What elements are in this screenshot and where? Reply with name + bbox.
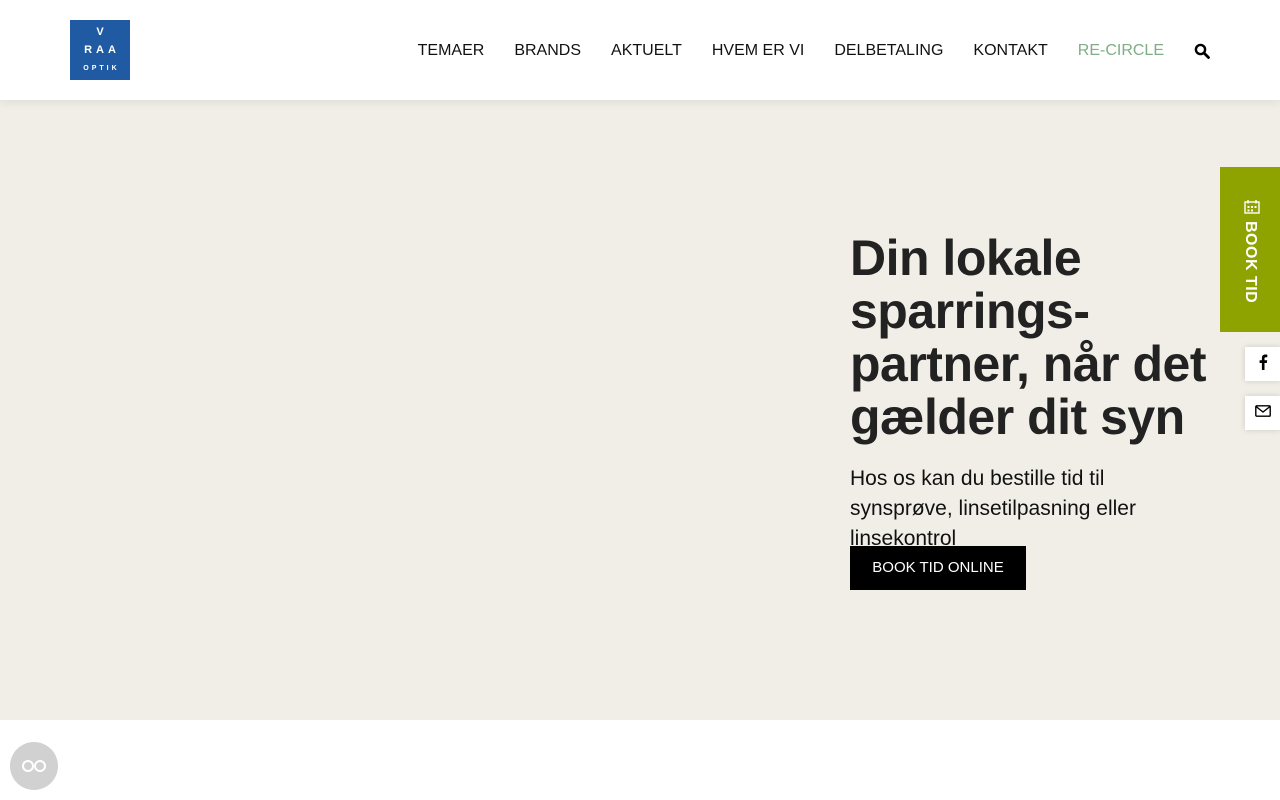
book-tid-tab[interactable]: BOOK TID [1220,167,1280,332]
nav-item-hvem-er-vi[interactable]: HVEM ER VI [712,40,804,62]
logo-line-3: OPTIK [83,65,120,72]
facebook-icon [1258,354,1268,375]
calendar-icon [1244,200,1260,219]
nav-item-re-circle[interactable]: RE-CIRCLE [1078,40,1164,62]
nav-item-kontakt[interactable]: KONTAKT [973,40,1047,62]
mail-icon [1254,404,1271,422]
logo-line-1: V [96,26,104,38]
facebook-button[interactable] [1245,347,1280,381]
nav-item-temaer[interactable]: TEMAER [418,40,485,62]
nav-item-brands[interactable]: BRANDS [514,40,581,62]
book-tid-label: BOOK TID [1242,221,1259,304]
nav-item-aktuelt[interactable]: AKTUELT [611,40,682,62]
hero-subtitle: Hos os kan du bestille tid til synsprøve… [850,467,1136,550]
site-header: V RAA OPTIK TEMAER BRANDS AKTUELT HVEM E… [0,0,1280,100]
logo[interactable]: V RAA OPTIK [70,20,130,80]
logo-line-2: RAA [84,44,120,56]
search-icon[interactable] [1194,43,1210,59]
cookie-consent-icon[interactable] [10,742,58,790]
main-nav: TEMAER BRANDS AKTUELT HVEM ER VI DELBETA… [388,40,1210,62]
mail-button[interactable] [1245,396,1280,430]
book-online-button[interactable]: BOOK TID ONLINE [850,546,1026,590]
hero-title: Din lokale sparrings-partner, når det gæ… [850,230,1207,445]
hero-section: Din lokale sparrings-partner, når det gæ… [0,100,1280,720]
nav-item-delbetaling[interactable]: DELBETALING [834,40,943,62]
